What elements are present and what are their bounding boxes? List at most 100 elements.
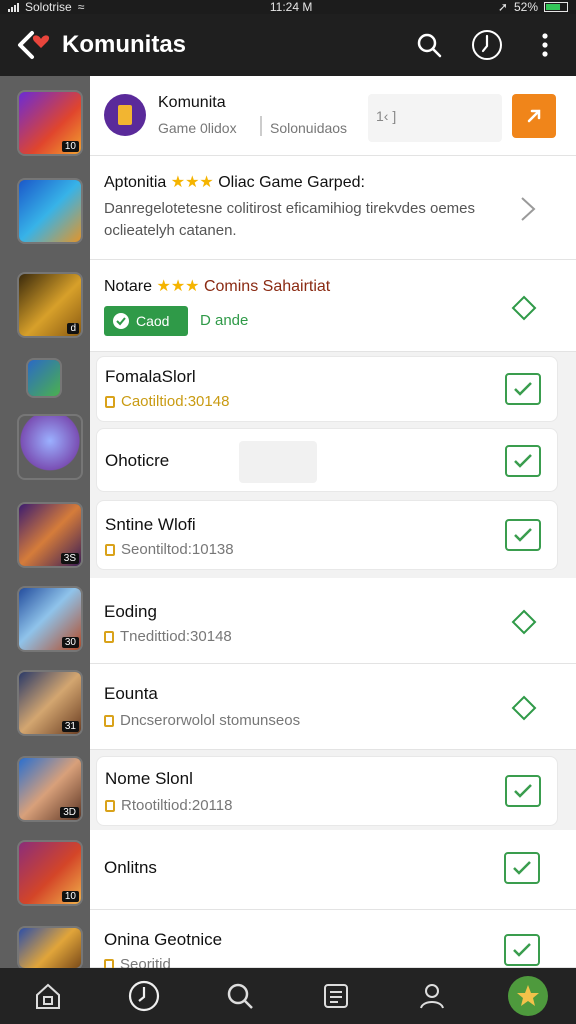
- checkbox[interactable]: [504, 852, 540, 884]
- search-icon: [227, 983, 253, 1009]
- search-field-value: 1‹ ]: [376, 108, 397, 124]
- tag-icon: [104, 714, 114, 727]
- more-menu-button[interactable]: [528, 28, 562, 62]
- game-avatar-11[interactable]: [19, 928, 81, 968]
- list-item-meta-text: Dncserorwolol stomunseos: [120, 712, 301, 729]
- status-bar: Solotrise ≈ 11:24 M ➚ 52%: [0, 0, 576, 14]
- game-avatar-rail: 10 d 3S 30 31 3D 10: [0, 76, 90, 968]
- list-item-meta: Dncserorwolol stomunseos: [104, 712, 300, 729]
- search-button[interactable]: [412, 28, 446, 62]
- tag-icon: [104, 630, 114, 643]
- bottom-nav: [0, 968, 576, 1024]
- list-item[interactable]: Onina Geotnice Seoritid: [90, 910, 576, 973]
- more-vertical-icon: [542, 33, 548, 57]
- power-button[interactable]: [470, 28, 504, 62]
- go-button[interactable]: [512, 94, 556, 138]
- diamond-arrow-icon[interactable]: [510, 694, 538, 722]
- avatar-badge: d: [67, 323, 79, 334]
- star-icon: [517, 985, 539, 1006]
- list-item[interactable]: Eoding Tnedittiod:30148: [90, 578, 576, 664]
- compass-icon: [472, 30, 502, 60]
- game-avatar-10[interactable]: 10: [19, 842, 81, 904]
- battery-icon: [544, 2, 568, 12]
- title-suffix: Comins Sahairtiat: [203, 278, 331, 295]
- back-button[interactable]: [14, 25, 54, 65]
- primary-action-label: Caod: [136, 313, 170, 329]
- tag-icon: [105, 543, 115, 556]
- list-item-title: FomalaSlorl: [105, 367, 196, 386]
- wifi-icon: ≈: [77, 0, 85, 14]
- avatar-badge: 10: [61, 141, 79, 152]
- nav-news[interactable]: [314, 974, 358, 1018]
- game-avatar-5[interactable]: [19, 416, 81, 478]
- game-avatar-6[interactable]: 3S: [19, 504, 81, 566]
- battery-percent: 52%: [513, 0, 538, 14]
- search-field[interactable]: 1‹ ]: [368, 94, 502, 142]
- diamond-arrow-icon[interactable]: [510, 608, 538, 636]
- avatar-badge: 3D: [60, 807, 79, 818]
- nav-discover[interactable]: [122, 974, 166, 1018]
- nav-achievements[interactable]: [506, 974, 550, 1018]
- list-item-meta-text: Seontiltod:10138: [121, 541, 234, 558]
- avatar-badge: 31: [61, 721, 79, 732]
- community-logo: [104, 94, 146, 136]
- diamond-arrow-icon[interactable]: [510, 294, 538, 322]
- checkbox[interactable]: [505, 373, 541, 405]
- list-item-meta-text: Caotiltiod:30148: [121, 393, 230, 410]
- list-item-meta-text: Rtootiltiod:20118: [121, 797, 233, 814]
- list-item[interactable]: Eounta Dncserorwolol stomunseos: [90, 664, 576, 750]
- list-item[interactable]: FomalaSlorl Caotiltiod:30148: [96, 356, 558, 422]
- checkbox[interactable]: [504, 934, 540, 966]
- game-avatar-4[interactable]: [28, 360, 60, 396]
- compass-icon: [128, 980, 160, 1012]
- nav-home[interactable]: [26, 974, 70, 1018]
- title-suffix: Oliac Game Garped:: [218, 174, 365, 191]
- checkmark-icon: [514, 382, 532, 396]
- list-item-meta: Caotiltiod:30148: [105, 393, 229, 410]
- title-prefix: Aptonitia: [104, 174, 167, 191]
- avatar-badge: 10: [61, 891, 79, 902]
- nav-profile[interactable]: [410, 974, 454, 1018]
- arrow-up-right-icon: [527, 109, 541, 123]
- game-avatar-8[interactable]: 31: [19, 672, 81, 734]
- checkmark-icon: [513, 943, 531, 957]
- location-icon: ➚: [497, 0, 508, 14]
- list-item-title: Sntine Wlofi: [105, 515, 196, 534]
- checkbox[interactable]: [505, 519, 541, 551]
- list-item-title: Aptonitia ★★★ Oliac Game Garped:: [104, 172, 365, 192]
- search-icon: [417, 33, 442, 58]
- game-avatar-7[interactable]: 30: [19, 588, 81, 650]
- list-item[interactable]: Komunita Game 0lidox Solonuidaos 1‹ ]: [90, 76, 576, 156]
- list-item[interactable]: Onlitns: [90, 830, 576, 910]
- list-item[interactable]: Sntine Wlofi Seontiltod:10138: [96, 500, 558, 570]
- list-item[interactable]: Notare ★★★ Comins Sahairtiat Caod D ande: [90, 260, 576, 352]
- list-item[interactable]: Nome Slonl Rtootiltiod:20118: [96, 756, 558, 826]
- list-item[interactable]: Ohoticre: [96, 428, 558, 492]
- primary-action-button[interactable]: Caod: [104, 306, 188, 336]
- avatar-badge: 3S: [60, 553, 79, 564]
- game-avatar-3[interactable]: d: [19, 274, 81, 336]
- nav-search[interactable]: [218, 974, 262, 1018]
- checkbox[interactable]: [505, 445, 541, 477]
- list-item-title: Eoding: [104, 602, 157, 621]
- checkbox[interactable]: [505, 775, 541, 807]
- tag-icon: [105, 395, 115, 408]
- list-item-subtitle-2: Solonuidaos: [270, 120, 348, 136]
- game-avatar-9[interactable]: 3D: [19, 758, 81, 820]
- list-item-description: Danregelotetesne colitirost eficamihiog …: [104, 200, 476, 239]
- game-avatar-2[interactable]: [19, 180, 81, 242]
- game-avatar-1[interactable]: 10: [19, 92, 81, 154]
- secondary-action-link[interactable]: D ande: [200, 312, 248, 329]
- home-lock-icon: [36, 983, 60, 1009]
- divider: [260, 116, 262, 136]
- list-item-title: Onlitns: [104, 858, 157, 877]
- checkmark-icon: [514, 454, 532, 468]
- back-heart-icon: [18, 31, 50, 59]
- list-item-title: Eounta: [104, 684, 158, 703]
- list-item-meta-text: Tnedittiod:30148: [120, 628, 232, 645]
- list-item-title: Nome Slonl: [105, 769, 193, 788]
- chevron-right-icon[interactable]: [518, 194, 538, 224]
- list-item[interactable]: Aptonitia ★★★ Oliac Game Garped: Danrege…: [90, 156, 576, 260]
- list-item-title: Notare ★★★ Comins Sahairtiat: [104, 276, 330, 296]
- community-list: Komunita Game 0lidox Solonuidaos 1‹ ] Ap…: [90, 76, 576, 973]
